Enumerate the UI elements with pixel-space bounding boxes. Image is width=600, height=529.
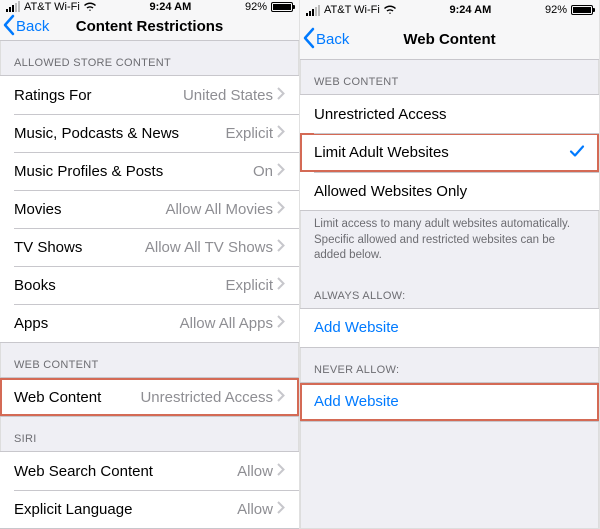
back-label: Back [16,18,49,35]
chevron-right-icon [277,201,285,218]
row-value: Allow All Apps [180,315,273,332]
section-header-store: ALLOWED STORE CONTENT [0,41,299,75]
row-apps[interactable]: Apps Allow All Apps [0,304,299,342]
row-value: United States [183,87,273,104]
chevron-left-icon [302,27,316,53]
clock-label: 9:24 AM [150,1,192,13]
battery-label: 92% [545,4,567,16]
chevron-left-icon [2,14,16,40]
row-tv-shows[interactable]: TV Shows Allow All TV Shows [0,228,299,266]
row-music-profiles-posts[interactable]: Music Profiles & Posts On [0,152,299,190]
row-label: Unrestricted Access [314,106,447,123]
section-header-web: WEB CONTENT [0,343,299,377]
row-label: Music Profiles & Posts [14,163,163,180]
chevron-right-icon [277,277,285,294]
list-siri: Web Search Content Allow Explicit Langua… [0,451,299,529]
row-value: Unrestricted Access [140,389,273,406]
chevron-right-icon [277,87,285,104]
row-label: Explicit Language [14,501,132,518]
checkmark-icon [569,143,585,162]
row-label: Web Content [14,389,101,406]
add-website-link: Add Website [314,393,399,410]
battery-icon [271,2,293,12]
chevron-right-icon [277,315,285,332]
status-bar: AT&T Wi-Fi 9:24 AM 92% [0,0,299,14]
chevron-right-icon [277,239,285,256]
row-value: Explicit [225,277,273,294]
back-button[interactable]: Back [0,14,53,40]
list-always-allow: Add Website [300,308,599,348]
row-books[interactable]: Books Explicit [0,266,299,304]
section-header-never-allow: NEVER ALLOW: [300,348,599,382]
row-label: Allowed Websites Only [314,183,467,200]
row-value: Allow All TV Shows [145,239,273,256]
list-store-content: Ratings For United States Music, Podcast… [0,75,299,343]
carrier-label: AT&T Wi-Fi [324,4,380,16]
row-unrestricted-access[interactable]: Unrestricted Access [300,95,599,133]
add-website-link: Add Website [314,319,399,336]
nav-bar: Back Content Restrictions [0,14,299,41]
section-header-siri: SIRI [0,417,299,451]
row-ratings-for[interactable]: Ratings For United States [0,76,299,114]
row-music-podcasts-news[interactable]: Music, Podcasts & News Explicit [0,114,299,152]
chevron-right-icon [277,501,285,518]
row-add-website-allow[interactable]: Add Website [300,309,599,347]
row-movies[interactable]: Movies Allow All Movies [0,190,299,228]
row-value: Allow [237,463,273,480]
list-web-options: Unrestricted Access Limit Adult Websites… [300,94,599,211]
row-label: Ratings For [14,87,92,104]
signal-icon [6,1,20,12]
row-value: Allow All Movies [165,201,273,218]
section-header-always-allow: ALWAYS ALLOW: [300,274,599,308]
back-label: Back [316,31,349,48]
back-button[interactable]: Back [300,27,353,53]
row-allowed-websites-only[interactable]: Allowed Websites Only [300,172,599,210]
wifi-icon [84,2,96,12]
battery-label: 92% [245,1,267,13]
row-explicit-language[interactable]: Explicit Language Allow [0,490,299,528]
row-label: Music, Podcasts & News [14,125,179,142]
wifi-icon [384,5,396,15]
status-bar: AT&T Wi-Fi 9:24 AM 92% [300,0,599,20]
row-label: Apps [14,315,48,332]
list-never-allow: Add Website [300,382,599,422]
row-web-content[interactable]: Web Content Unrestricted Access [0,378,299,416]
signal-icon [306,5,320,16]
carrier-label: AT&T Wi-Fi [24,1,80,13]
row-value: On [253,163,273,180]
nav-bar: Back Web Content [300,20,599,60]
clock-label: 9:24 AM [450,4,492,16]
screen-web-content: AT&T Wi-Fi 9:24 AM 92% Back Web Content … [300,0,600,529]
row-value: Allow [237,501,273,518]
row-value: Explicit [225,125,273,142]
row-label: TV Shows [14,239,82,256]
row-web-search-content[interactable]: Web Search Content Allow [0,452,299,490]
section-footer-web: Limit access to many adult websites auto… [300,211,599,274]
section-header-web: WEB CONTENT [300,60,599,94]
row-add-website-never[interactable]: Add Website [300,383,599,421]
screen-content-restrictions: AT&T Wi-Fi 9:24 AM 92% Back Content Rest… [0,0,300,529]
chevron-right-icon [277,389,285,406]
row-label: Web Search Content [14,463,153,480]
list-web-content: Web Content Unrestricted Access [0,377,299,417]
row-label: Books [14,277,56,294]
chevron-right-icon [277,463,285,480]
row-label: Movies [14,201,62,218]
row-label: Limit Adult Websites [314,144,449,161]
chevron-right-icon [277,125,285,142]
battery-icon [571,5,593,15]
row-limit-adult-websites[interactable]: Limit Adult Websites [300,133,599,172]
chevron-right-icon [277,163,285,180]
